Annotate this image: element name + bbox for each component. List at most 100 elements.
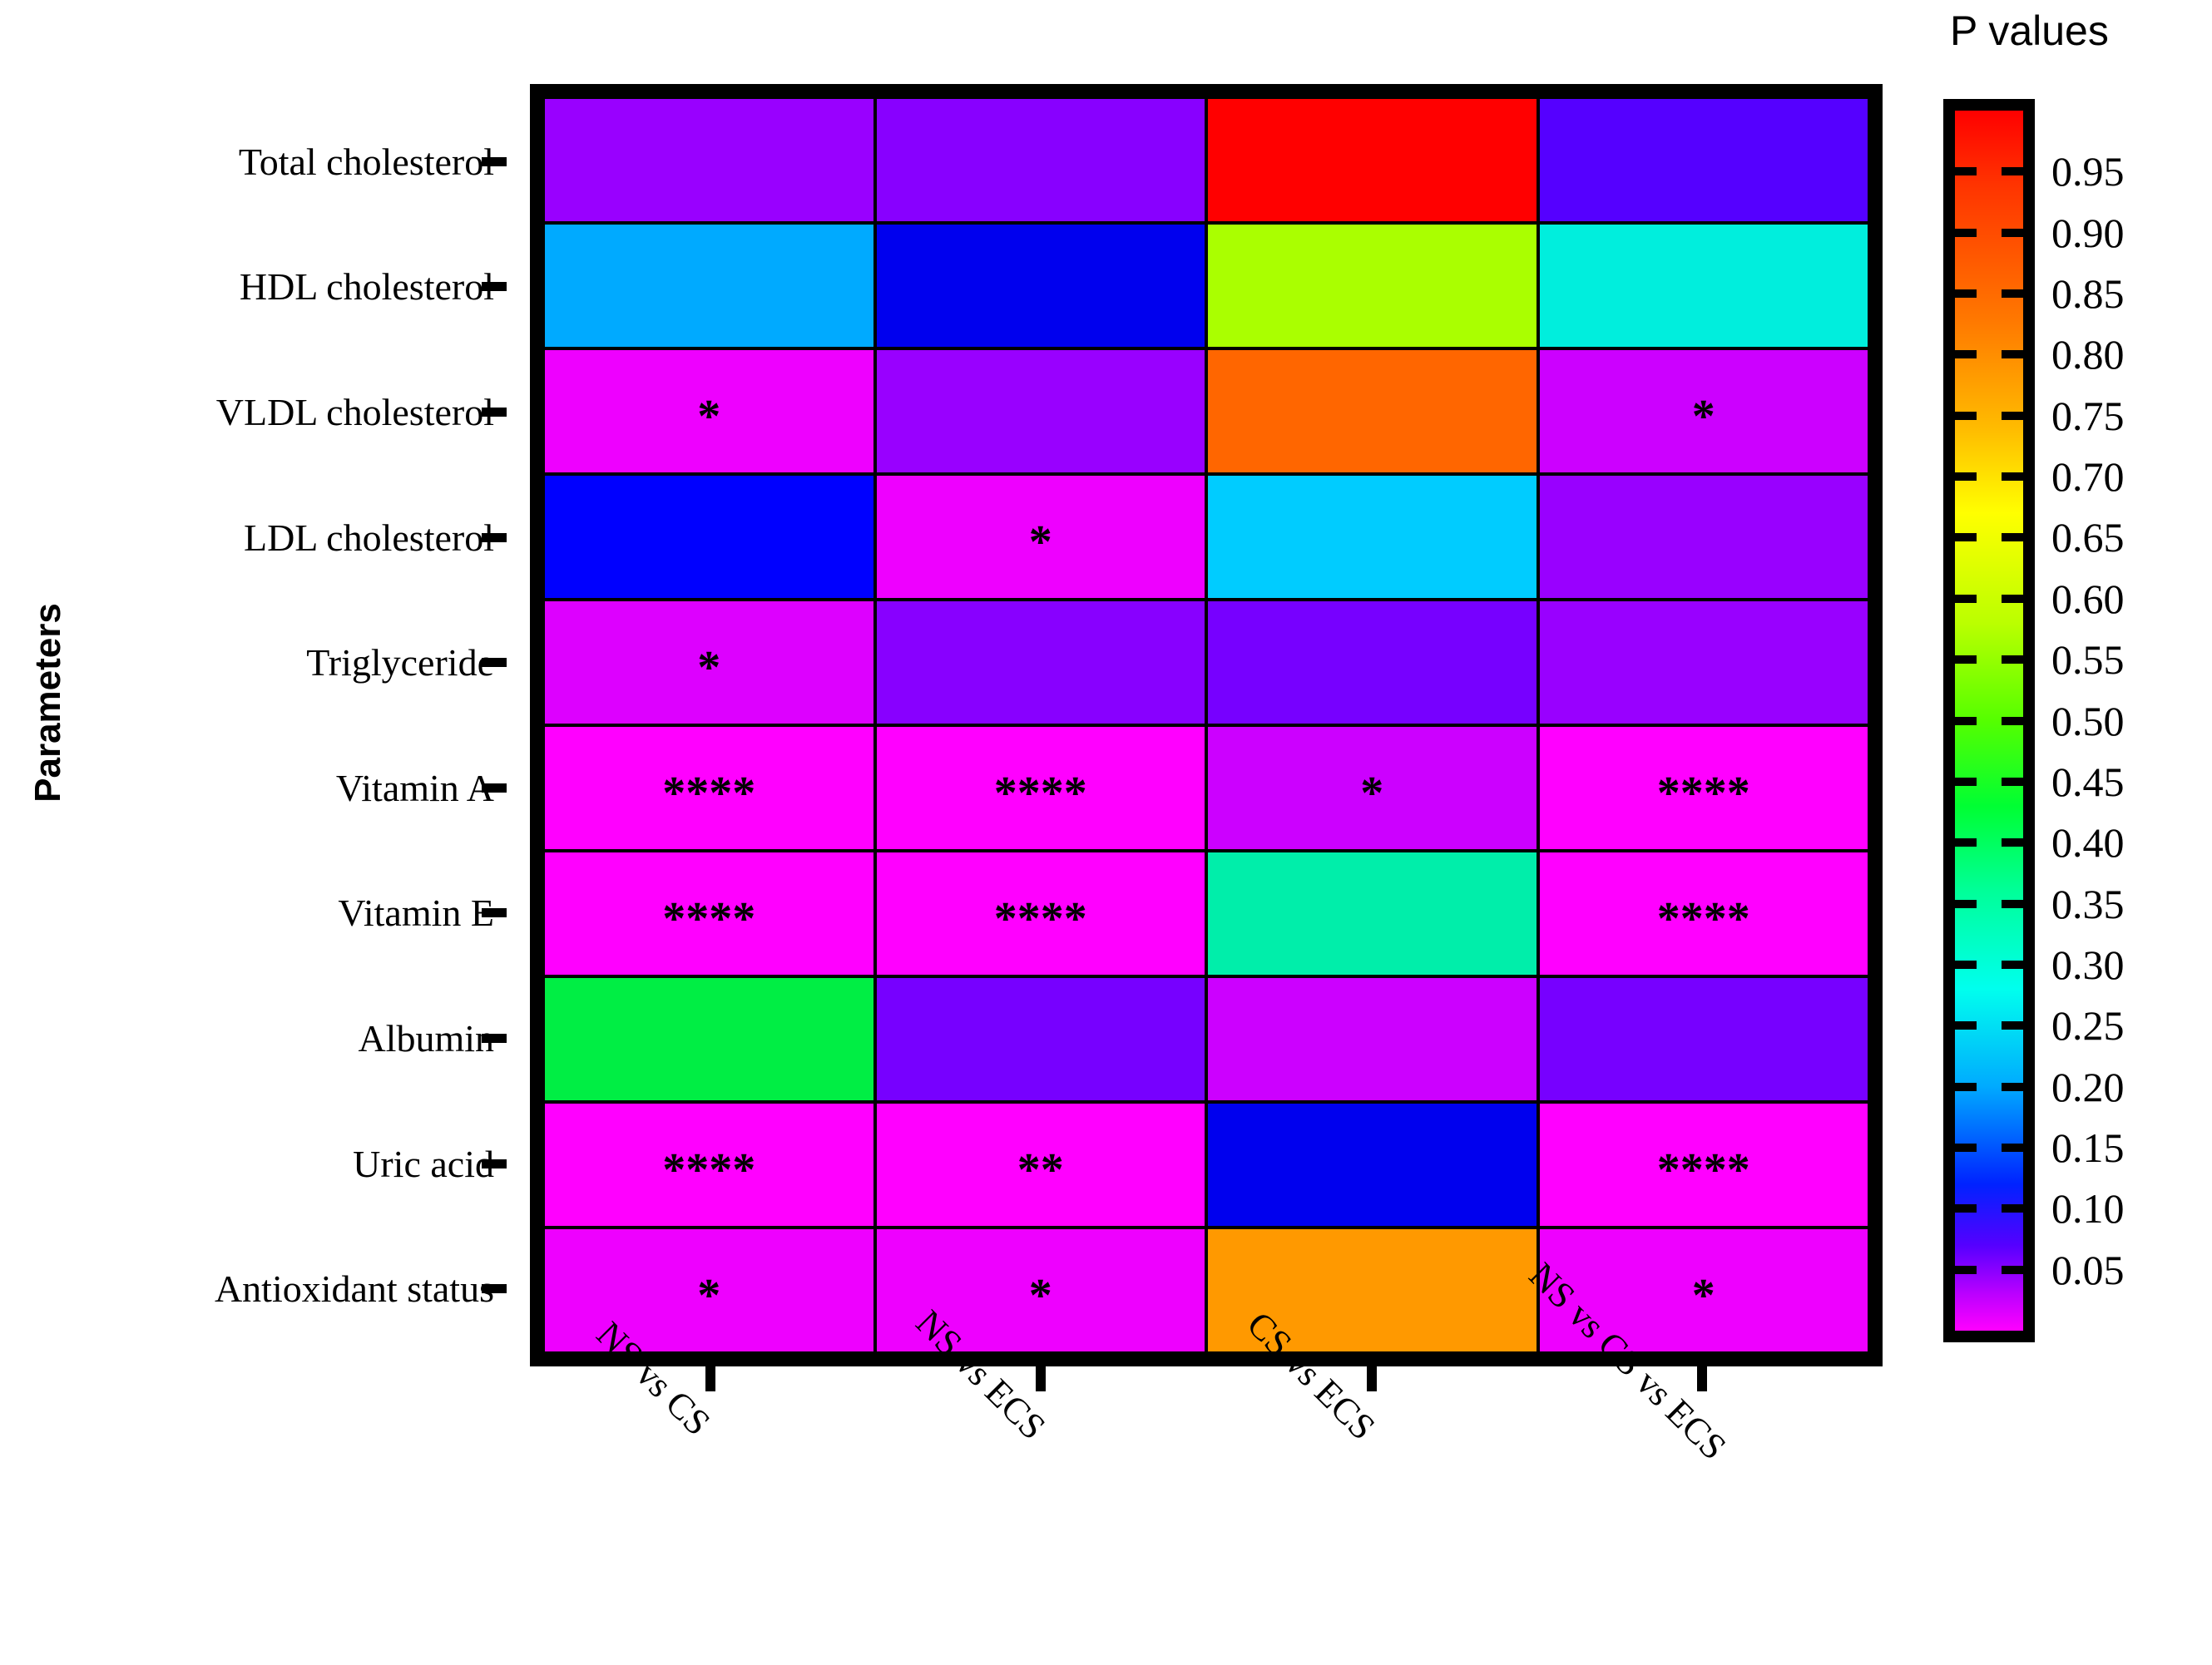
- significance-stars: *: [1691, 390, 1715, 442]
- colorbar-tick-mark: [1955, 350, 1977, 359]
- heatmap-cell[interactable]: [1539, 476, 1868, 598]
- y-axis-tick-mark: [482, 1033, 507, 1043]
- heatmap-cell[interactable]: [1208, 978, 1537, 1100]
- x-axis-tick-mark: [1366, 1366, 1377, 1391]
- heatmap-cell[interactable]: ****: [1539, 1104, 1868, 1226]
- heatmap-cell[interactable]: [545, 99, 873, 221]
- heatmap-cell[interactable]: [545, 978, 873, 1100]
- colorbar-tick-mark: [2002, 228, 2023, 237]
- significance-stars: *: [697, 1269, 721, 1322]
- colorbar-tick-label: 0.80: [2051, 331, 2125, 378]
- y-axis-tick-2: VLDL cholesterol: [0, 349, 507, 475]
- heatmap-cell[interactable]: [1208, 99, 1537, 221]
- colorbar-tick-mark: [2002, 777, 2023, 786]
- colorbar-tick-mark: [1955, 594, 1977, 603]
- heatmap-cell[interactable]: [1539, 225, 1868, 347]
- colorbar-tick-label: 0.50: [2051, 697, 2125, 744]
- heatmap-cell[interactable]: [876, 99, 1205, 221]
- heatmap-cell[interactable]: *: [545, 601, 873, 724]
- colorbar-tick-mark: [2002, 594, 2023, 603]
- y-axis-tick-label: Vitamin A: [335, 766, 494, 809]
- heatmap-plot-area: * * * * **** **** * **** **** **** **** **** ** **** *…: [530, 84, 1883, 1366]
- heatmap-cell[interactable]: [876, 225, 1205, 347]
- colorbar-title: P values: [1950, 7, 2109, 54]
- colorbar-tick-mark: [2002, 1204, 2023, 1213]
- colorbar-tick-label: 0.75: [2051, 392, 2125, 439]
- heatmap-cell[interactable]: ****: [1539, 852, 1868, 975]
- y-axis-tick-7: Albumin: [0, 976, 507, 1101]
- y-axis-tick-4: Triglyceride: [0, 600, 507, 725]
- colorbar-tick-mark: [1955, 777, 1977, 786]
- y-axis-tick-mark: [482, 908, 507, 918]
- heatmap-cell[interactable]: [545, 225, 873, 347]
- heatmap-cell[interactable]: *: [545, 1229, 873, 1351]
- x-axis-tick-labels: NS vs CS NS vs ECS CS vs ECS NS vs CS vs EC…: [530, 1255, 1883, 1663]
- significance-stars: ****: [993, 892, 1087, 945]
- heatmap-cell[interactable]: [1208, 350, 1537, 472]
- y-axis-tick-labels: Total cholesterol HDL cholesterol VLDL cho…: [0, 99, 507, 1351]
- heatmap-cell[interactable]: *: [1208, 727, 1537, 849]
- heatmap-cell[interactable]: [876, 978, 1205, 1100]
- colorbar-tick-label: 0.95: [2051, 148, 2125, 195]
- colorbar-tick-label: 0.25: [2051, 1002, 2125, 1050]
- heatmap-cell[interactable]: [1208, 852, 1537, 975]
- y-axis-tick-mark: [482, 407, 507, 417]
- colorbar-tick-mark: [2002, 533, 2023, 542]
- colorbar-tick-mark: [2002, 1021, 2023, 1030]
- y-axis-tick-label: VLDL cholesterol: [215, 390, 494, 433]
- colorbar-tick-mark: [1955, 1143, 1977, 1152]
- y-axis-tick-mark: [482, 1284, 507, 1294]
- heatmap-cell[interactable]: ****: [876, 727, 1205, 849]
- x-axis-tick-mark: [1036, 1366, 1047, 1391]
- colorbar-tick-label: 0.55: [2051, 636, 2125, 684]
- y-axis-tick-mark: [482, 658, 507, 668]
- heatmap-cell[interactable]: [545, 476, 873, 598]
- colorbar-tick-mark: [1955, 960, 1977, 969]
- colorbar-tick-mark: [2002, 838, 2023, 847]
- y-axis-tick-mark: [482, 532, 507, 542]
- y-axis-tick-label: Vitamin E: [338, 892, 494, 935]
- colorbar-tick-mark: [1955, 899, 1977, 908]
- heatmap-cell[interactable]: [876, 350, 1205, 472]
- heatmap-cell[interactable]: [876, 601, 1205, 724]
- heatmap-cell[interactable]: ****: [545, 1104, 873, 1226]
- heatmap-cell[interactable]: [1539, 978, 1868, 1100]
- colorbar-tick-mark: [1955, 1265, 1977, 1274]
- colorbar-tick-mark: [1955, 289, 1977, 299]
- colorbar-tick-mark: [1955, 228, 1977, 237]
- y-axis-tick-mark: [482, 783, 507, 793]
- y-axis-tick-6: Vitamin E: [0, 851, 507, 976]
- heatmap-cell[interactable]: ****: [545, 727, 873, 849]
- heatmap-cell[interactable]: **: [876, 1104, 1205, 1226]
- heatmap-cell[interactable]: ****: [545, 852, 873, 975]
- y-axis-tick-9: Antioxidant status: [0, 1226, 507, 1351]
- heatmap-cell[interactable]: [1208, 225, 1537, 347]
- colorbar-tick-label: 0.70: [2051, 453, 2125, 501]
- heatmap-cell[interactable]: [1208, 601, 1537, 724]
- colorbar-tick-mark: [1955, 1204, 1977, 1213]
- heatmap-cell[interactable]: [1539, 99, 1868, 221]
- colorbar-tick-label: 0.60: [2051, 575, 2125, 622]
- colorbar-tick-label: 0.20: [2051, 1063, 2125, 1110]
- colorbar-tick-label: 0.85: [2051, 270, 2125, 318]
- colorbar-tick-labels: 0.95 0.90 0.85 0.80 0.75 0.70 0.65 0.60 0.55 0.50…: [2051, 99, 2210, 1342]
- heatmap-cell[interactable]: *: [876, 476, 1205, 598]
- heatmap-cell[interactable]: [1208, 476, 1537, 598]
- significance-stars: *: [697, 641, 721, 694]
- heatmap-cell[interactable]: *: [545, 350, 873, 472]
- heatmap-cell[interactable]: *: [1539, 350, 1868, 472]
- heatmap-cell[interactable]: [1208, 1104, 1537, 1226]
- significance-stars: *: [1360, 767, 1384, 819]
- heatmap-cell[interactable]: ****: [876, 852, 1205, 975]
- significance-stars: ****: [662, 1144, 756, 1196]
- heatmap-cell[interactable]: [1539, 601, 1868, 724]
- colorbar-tick-mark: [2002, 716, 2023, 725]
- y-axis-tick-3: LDL cholesterol: [0, 475, 507, 600]
- colorbar-tick-mark: [2002, 899, 2023, 908]
- colorbar: [1943, 99, 2035, 1342]
- colorbar-tick-mark: [1955, 533, 1977, 542]
- y-axis-tick-label: Total cholesterol: [238, 140, 494, 183]
- colorbar-tick-mark: [1955, 167, 1977, 176]
- significance-stars: *: [1691, 1269, 1715, 1322]
- heatmap-cell[interactable]: ****: [1539, 727, 1868, 849]
